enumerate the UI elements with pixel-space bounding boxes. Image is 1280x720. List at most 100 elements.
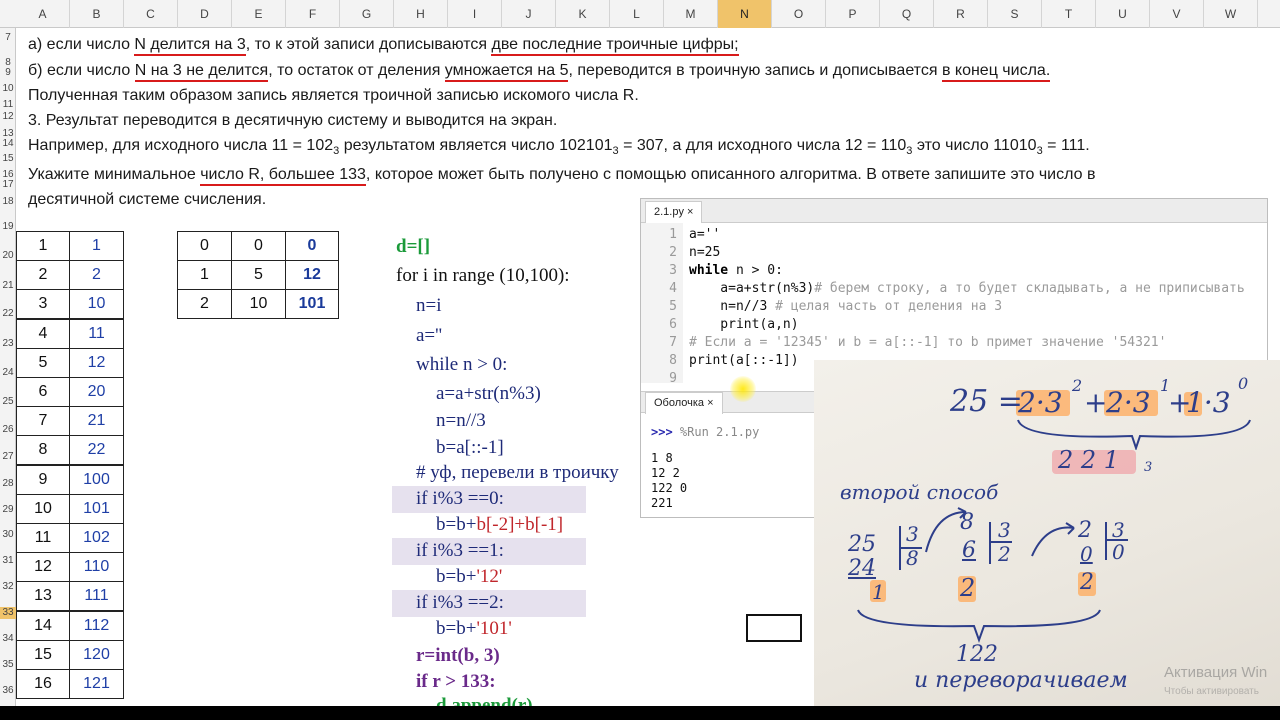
- cell-b[interactable]: 1: [69, 231, 124, 261]
- cell-def[interactable]: 10: [231, 289, 286, 319]
- cell-a[interactable]: 16: [16, 669, 70, 699]
- cell-a[interactable]: 8: [16, 435, 70, 465]
- code-line-6[interactable]: print(a,n): [689, 317, 798, 332]
- cell-a[interactable]: 2: [16, 260, 70, 290]
- cell-b[interactable]: 102: [69, 523, 124, 553]
- code-cell-if-2[interactable]: if i%3 ==2:: [416, 592, 504, 614]
- cell-b[interactable]: 121: [69, 669, 124, 699]
- row-header-24[interactable]: 24: [0, 367, 16, 379]
- cell-a[interactable]: 4: [16, 319, 70, 349]
- row-header-32[interactable]: 32: [0, 581, 16, 593]
- column-header-q[interactable]: Q: [880, 0, 934, 28]
- code-cell-b-reverse[interactable]: b=a[::-1]: [436, 437, 504, 459]
- cell-def[interactable]: 2: [177, 289, 232, 319]
- cell-a[interactable]: 13: [16, 581, 70, 611]
- code-cell-b-add-0[interactable]: b=b+b[-2]+b[-1]: [436, 514, 563, 536]
- row-header-15[interactable]: 15: [0, 153, 16, 165]
- cell-b[interactable]: 2: [69, 260, 124, 290]
- cell-a[interactable]: 3: [16, 289, 70, 319]
- row-header-29[interactable]: 29: [0, 504, 16, 516]
- shell-command-line[interactable]: >>> %Run 2.1.py: [651, 425, 759, 439]
- column-header-j[interactable]: J: [502, 0, 556, 28]
- cell-b[interactable]: 12: [69, 348, 124, 378]
- cell-b[interactable]: 120: [69, 640, 124, 670]
- code-cell-while[interactable]: while n > 0:: [416, 354, 507, 376]
- cell-b[interactable]: 10: [69, 289, 124, 319]
- cell-a[interactable]: 9: [16, 465, 70, 495]
- row-header-10[interactable]: 10: [0, 83, 16, 95]
- row-header-34[interactable]: 34: [0, 633, 16, 645]
- cell-def[interactable]: 5: [231, 260, 286, 290]
- cell-a[interactable]: 5: [16, 348, 70, 378]
- cell-def[interactable]: 0: [231, 231, 286, 261]
- column-header-f[interactable]: F: [286, 0, 340, 28]
- row-header-12[interactable]: 12: [0, 111, 16, 123]
- column-header-i[interactable]: I: [448, 0, 502, 28]
- tab-2-1-py[interactable]: 2.1.py ×: [645, 201, 703, 223]
- code-line-1[interactable]: a='': [689, 227, 720, 242]
- column-header-w[interactable]: W: [1204, 0, 1258, 28]
- row-header-35[interactable]: 35: [0, 659, 16, 671]
- column-header-d[interactable]: D: [178, 0, 232, 28]
- cell-a[interactable]: 10: [16, 494, 70, 524]
- code-cell-if-r[interactable]: if r > 133:: [416, 671, 496, 693]
- selected-cell[interactable]: [746, 614, 802, 642]
- row-header-22[interactable]: 22: [0, 308, 16, 320]
- cell-a[interactable]: 1: [16, 231, 70, 261]
- cell-b[interactable]: 20: [69, 377, 124, 407]
- code-line-7[interactable]: # Если a = '12345' и b = a[::-1] то b пр…: [689, 335, 1166, 350]
- column-header-e[interactable]: E: [232, 0, 286, 28]
- cell-b[interactable]: 111: [69, 581, 124, 611]
- code-line-3[interactable]: while n > 0:: [689, 263, 783, 278]
- code-cell-for[interactable]: for i in range (10,100):: [396, 265, 570, 287]
- column-header-t[interactable]: T: [1042, 0, 1096, 28]
- row-header-19[interactable]: 19: [0, 221, 16, 233]
- column-header-c[interactable]: C: [124, 0, 178, 28]
- code-cell-n-div[interactable]: n=n//3: [436, 410, 486, 432]
- code-cell-a-assign[interactable]: a='': [416, 325, 442, 347]
- cell-def[interactable]: 12: [285, 260, 339, 290]
- row-header-14[interactable]: 14: [0, 138, 16, 150]
- row-header-21[interactable]: 21: [0, 280, 16, 292]
- tab-shell[interactable]: Оболочка ×: [645, 392, 723, 414]
- code-line-5[interactable]: n=n//3 # целая часть от деления на 3: [689, 299, 1002, 314]
- column-header-k[interactable]: K: [556, 0, 610, 28]
- cell-b[interactable]: 101: [69, 494, 124, 524]
- cell-a[interactable]: 12: [16, 552, 70, 582]
- row-header-25[interactable]: 25: [0, 396, 16, 408]
- column-header-m[interactable]: M: [664, 0, 718, 28]
- cell-a[interactable]: 15: [16, 640, 70, 670]
- row-header-20[interactable]: 20: [0, 250, 16, 262]
- row-header-11[interactable]: 11: [0, 99, 16, 111]
- column-header-a[interactable]: A: [16, 0, 70, 28]
- row-header-7[interactable]: 7: [0, 32, 16, 44]
- cell-def[interactable]: 1: [177, 260, 232, 290]
- cell-a[interactable]: 14: [16, 611, 70, 641]
- code-line-4[interactable]: a=a+str(n%3)# берем строку, а то будет с…: [689, 281, 1244, 296]
- row-header-23[interactable]: 23: [0, 338, 16, 350]
- code-cell-if-0[interactable]: if i%3 ==0:: [416, 488, 504, 510]
- cell-a[interactable]: 7: [16, 406, 70, 436]
- cell-b[interactable]: 100: [69, 465, 124, 495]
- column-header-u[interactable]: U: [1096, 0, 1150, 28]
- cell-b[interactable]: 11: [69, 319, 124, 349]
- column-header-o[interactable]: O: [772, 0, 826, 28]
- code-line-8[interactable]: print(a[::-1]): [689, 353, 799, 368]
- cell-def[interactable]: 0: [285, 231, 339, 261]
- column-header-r[interactable]: R: [934, 0, 988, 28]
- cell-def[interactable]: 101: [285, 289, 339, 319]
- row-header-17[interactable]: 17: [0, 179, 16, 191]
- close-icon[interactable]: ×: [707, 397, 713, 409]
- row-header-26[interactable]: 26: [0, 424, 16, 436]
- cell-b[interactable]: 21: [69, 406, 124, 436]
- column-header-b[interactable]: B: [70, 0, 124, 28]
- cell-b[interactable]: 22: [69, 435, 124, 465]
- code-cell-r-int[interactable]: r=int(b, 3): [416, 645, 500, 667]
- row-header-9[interactable]: 9: [0, 67, 16, 79]
- row-header-33[interactable]: 33: [0, 607, 16, 619]
- cell-a[interactable]: 6: [16, 377, 70, 407]
- row-header-18[interactable]: 18: [0, 196, 16, 208]
- row-header-27[interactable]: 27: [0, 451, 16, 463]
- column-header-p[interactable]: P: [826, 0, 880, 28]
- close-icon[interactable]: ×: [687, 206, 693, 218]
